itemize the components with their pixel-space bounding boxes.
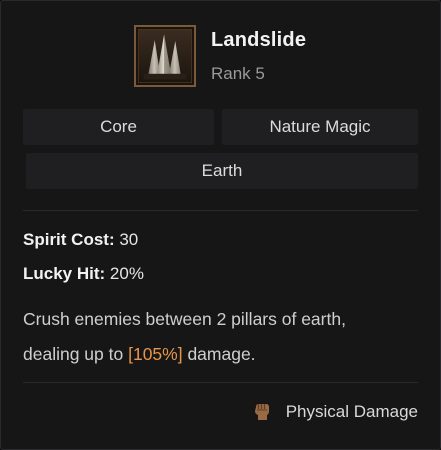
tag-earth: Earth	[26, 153, 418, 189]
spirit-cost-stat: Spirit Cost: 30	[23, 230, 138, 250]
earth-spikes-icon	[138, 29, 192, 83]
divider	[23, 382, 418, 383]
description-text: dealing up to	[23, 344, 129, 364]
skill-description: Crush enemies between 2 pillars of earth…	[23, 302, 423, 372]
description-line-2: dealing up to [105%] damage.	[23, 337, 423, 372]
skill-icon	[134, 25, 196, 87]
lucky-hit-stat: Lucky Hit: 20%	[23, 264, 144, 284]
skill-name: Landslide	[211, 29, 307, 51]
description-line-1: Crush enemies between 2 pillars of earth…	[23, 309, 346, 329]
spirit-cost-label: Spirit Cost:	[23, 230, 115, 249]
tooltip-header: Landslide Rank 5	[1, 1, 440, 101]
tag-nature-magic: Nature Magic	[222, 109, 418, 145]
damage-type: Physical Damage	[252, 401, 418, 423]
skill-tooltip: Landslide Rank 5 Core Nature Magic Earth…	[0, 0, 441, 450]
damage-percent: [105%]	[128, 344, 183, 364]
divider	[23, 210, 418, 211]
fist-icon	[252, 401, 272, 423]
damage-type-label: Physical Damage	[285, 402, 418, 421]
description-text-end: damage.	[182, 344, 256, 364]
skill-rank: Rank 5	[211, 64, 265, 83]
lucky-hit-label: Lucky Hit:	[23, 264, 106, 283]
lucky-hit-value: 20%	[109, 264, 144, 283]
tag-core: Core	[23, 109, 214, 145]
spirit-cost-value: 30	[119, 230, 139, 249]
